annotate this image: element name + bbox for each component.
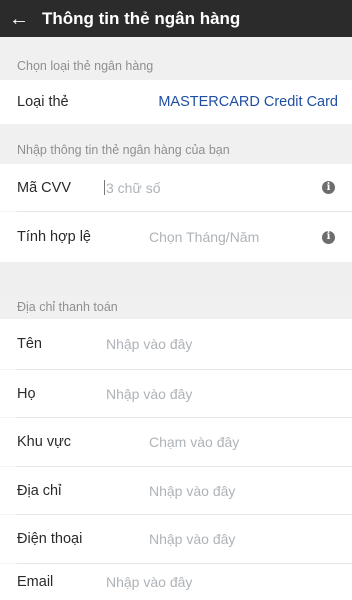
last-name-label: Họ: [17, 385, 36, 402]
last-name-input[interactable]: Nhập vào đây: [106, 386, 192, 402]
first-name-row[interactable]: Tên Nhập vào đây: [0, 319, 352, 369]
address-input[interactable]: Nhập vào đây: [149, 483, 235, 499]
first-name-input[interactable]: Nhập vào đây: [106, 336, 192, 352]
cvv-placeholder: 3 chữ số: [106, 179, 161, 196]
page-title: Thông tin thẻ ngân hàng: [42, 8, 241, 28]
info-icon[interactable]: i: [322, 230, 335, 244]
email-row[interactable]: Email Nhập vào đây: [0, 564, 352, 600]
section-header-card-info: Nhập thông tin thẻ ngân hàng của bạn: [0, 124, 352, 164]
address-row[interactable]: Địa chỉ Nhập vào đây: [0, 467, 352, 514]
card-type-row[interactable]: Loại thẻ MASTERCARD Credit Card: [0, 80, 352, 124]
region-row[interactable]: Khu vực Chạm vào đây: [0, 418, 352, 466]
card-type-label: Loại thẻ: [17, 94, 69, 110]
last-name-row[interactable]: Họ Nhập vào đây: [0, 370, 352, 417]
region-input[interactable]: Chạm vào đây: [149, 434, 239, 450]
app-bar: ← Thông tin thẻ ngân hàng: [0, 0, 352, 37]
section-header-billing: Địa chỉ thanh toán: [0, 295, 352, 319]
first-name-label: Tên: [17, 336, 42, 352]
address-label: Địa chỉ: [17, 482, 62, 499]
cvv-input[interactable]: 3 chữ số: [104, 179, 161, 196]
back-button[interactable]: ←: [0, 0, 38, 37]
region-label: Khu vực: [17, 434, 72, 450]
section-spacer: [0, 262, 352, 295]
expiry-row[interactable]: Tính hợp lệ Chọn Tháng/Năm i: [0, 212, 352, 262]
info-icon[interactable]: i: [322, 181, 335, 194]
expiry-label: Tính hợp lệ: [17, 229, 91, 245]
text-cursor: [104, 179, 105, 195]
email-label: Email: [17, 574, 54, 590]
phone-input[interactable]: Nhập vào đây: [149, 531, 235, 547]
expiry-input[interactable]: Chọn Tháng/Năm: [149, 229, 259, 245]
section-header-card-type: Chọn loại thẻ ngân hàng: [0, 37, 352, 80]
phone-label: Điện thoại: [17, 531, 83, 547]
arrow-left-icon: ←: [9, 7, 29, 30]
email-input[interactable]: Nhập vào đây: [106, 574, 192, 590]
phone-row[interactable]: Điện thoại Nhập vào đây: [0, 515, 352, 563]
cvv-label: Mã CVV: [17, 179, 71, 196]
card-type-value[interactable]: MASTERCARD Credit Card: [158, 94, 338, 110]
cvv-row[interactable]: Mã CVV 3 chữ số i: [0, 164, 352, 211]
